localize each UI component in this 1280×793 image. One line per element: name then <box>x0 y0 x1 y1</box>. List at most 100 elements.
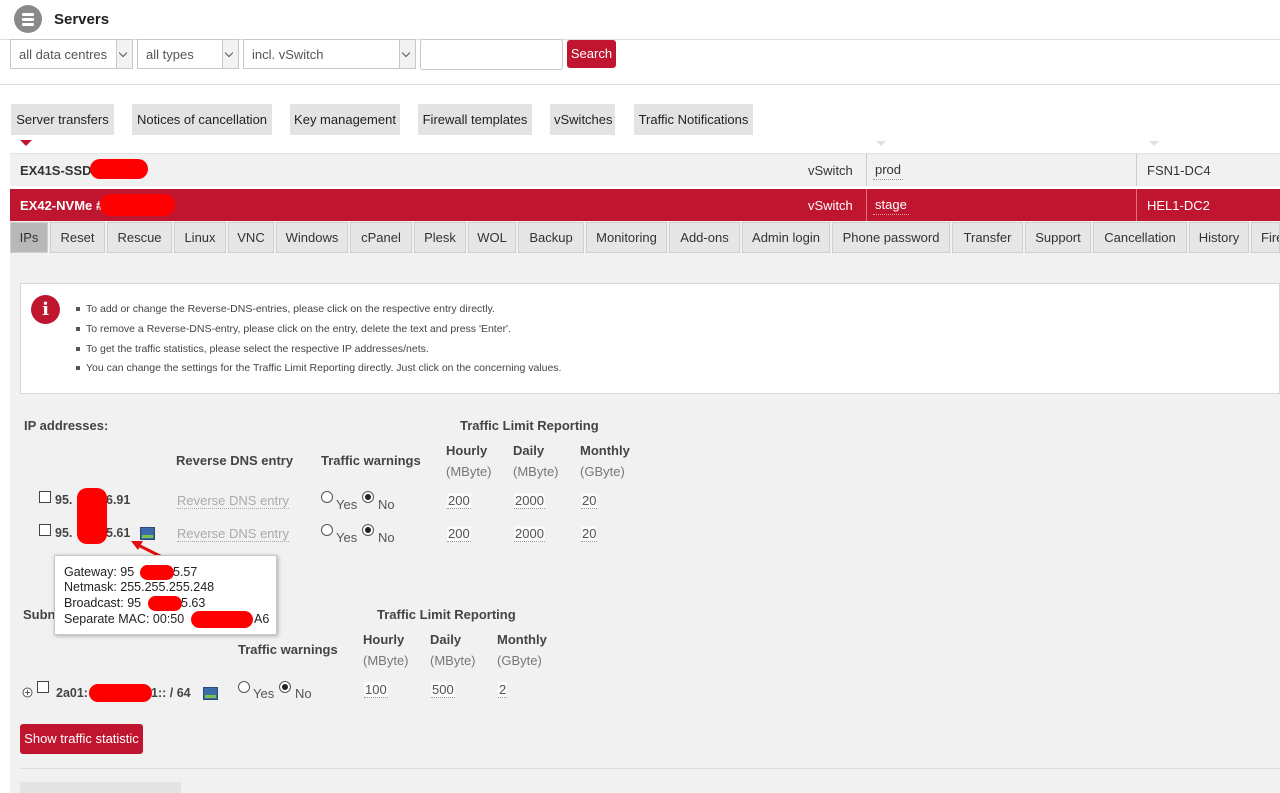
traffic-warning-yes-radio[interactable] <box>321 491 333 503</box>
yes-label: Yes <box>336 530 358 545</box>
daily-unit: (MByte) <box>430 653 476 668</box>
redaction <box>148 596 182 611</box>
vswitch-label: vSwitch <box>808 198 853 213</box>
partial-button[interactable] <box>20 782 181 793</box>
server-name: EX41S-SSD <box>20 163 92 178</box>
firewall-templates-button[interactable]: Firewall templates <box>418 104 532 135</box>
info-icon: i <box>31 295 60 324</box>
monthly-limit[interactable]: 20 <box>581 493 598 509</box>
tab-linux[interactable]: Linux <box>174 222 226 253</box>
vswitch-value[interactable]: prod <box>873 160 904 180</box>
no-label: No <box>378 497 395 512</box>
tab-wol[interactable]: WOL <box>468 222 516 253</box>
type-select[interactable]: all types <box>137 39 239 69</box>
column-separator <box>1136 189 1137 221</box>
ip-address-part: 6.91 <box>106 493 131 507</box>
traffic-notifications-button[interactable]: Traffic Notifications <box>634 104 753 135</box>
tab-history[interactable]: History <box>1189 222 1249 253</box>
traffic-warning-no-radio[interactable] <box>362 491 374 503</box>
traffic-warning-yes-radio[interactable] <box>321 524 333 536</box>
ip-address-part: 95. <box>55 526 73 540</box>
tab-support[interactable]: Support <box>1025 222 1091 253</box>
vswitch-select[interactable]: incl. vSwitch <box>243 39 416 69</box>
tooltip-gateway: Gateway: 95 <box>64 565 135 579</box>
hourly-unit: (MByte) <box>363 653 409 668</box>
tab-addons[interactable]: Add-ons <box>669 222 740 253</box>
tab-admin-login[interactable]: Admin login <box>742 222 830 253</box>
tooltip-broadcast: 5.63 <box>181 596 206 610</box>
monthly-unit: (GByte) <box>497 653 542 668</box>
traffic-warning-no-radio[interactable] <box>362 524 374 536</box>
hourly-header: Hourly <box>446 443 488 458</box>
tooltip-netmask: Netmask: 255.255.255.248 <box>64 580 215 594</box>
column-separator <box>866 189 867 221</box>
redaction <box>191 611 253 628</box>
tab-ips[interactable]: IPs <box>10 222 48 253</box>
hourly-limit[interactable]: 200 <box>447 493 471 509</box>
server-list-icon <box>14 5 42 33</box>
daily-header: Daily <box>513 443 545 458</box>
tab-vnc[interactable]: VNC <box>228 222 274 253</box>
sort-indicator <box>876 141 886 146</box>
monthly-unit: (GByte) <box>580 464 625 479</box>
tab-rescue[interactable]: Rescue <box>107 222 172 253</box>
tab-firewall[interactable]: Fire <box>1251 222 1280 253</box>
tab-backup[interactable]: Backup <box>518 222 584 253</box>
traffic-warning-no-radio[interactable] <box>279 681 291 693</box>
key-management-button[interactable]: Key management <box>290 104 400 135</box>
tab-reset[interactable]: Reset <box>50 222 105 253</box>
traffic-warnings-header: Traffic warnings <box>321 453 421 468</box>
daily-limit[interactable]: 2000 <box>514 493 545 509</box>
network-tooltip: Gateway: 95 5.57 Netmask: 255.255.255.24… <box>54 555 277 635</box>
tooltip-mac: A6 <box>254 612 270 626</box>
ip-checkbox[interactable] <box>39 491 51 503</box>
tab-windows[interactable]: Windows <box>276 222 348 253</box>
tab-transfer[interactable]: Transfer <box>952 222 1023 253</box>
expand-plus-icon[interactable] <box>22 687 33 698</box>
info-line: To remove a Reverse-DNS-entry, please cl… <box>76 323 511 335</box>
monthly-limit[interactable]: 2 <box>498 682 508 698</box>
network-info-icon[interactable] <box>203 687 218 700</box>
tab-phone-password[interactable]: Phone password <box>832 222 950 253</box>
ip-checkbox[interactable] <box>39 524 51 536</box>
vswitch-label: vSwitch <box>808 163 853 178</box>
subnet-checkbox[interactable] <box>37 681 49 693</box>
vswitch-value: incl. vSwitch <box>252 47 324 62</box>
no-label: No <box>295 686 312 701</box>
tab-monitoring[interactable]: Monitoring <box>586 222 667 253</box>
info-line: To add or change the Reverse-DNS-entries… <box>76 303 495 315</box>
datacentre-value: FSN1-DC4 <box>1147 163 1211 178</box>
redaction <box>89 684 152 702</box>
daily-unit: (MByte) <box>513 464 559 479</box>
server-transfers-button[interactable]: Server transfers <box>11 104 114 135</box>
page-title: Servers <box>54 11 110 28</box>
monthly-limit[interactable]: 20 <box>581 526 598 542</box>
active-indicator <box>20 140 32 146</box>
traffic-limit-title: Traffic Limit Reporting <box>377 607 516 622</box>
yes-label: Yes <box>336 497 358 512</box>
vswitches-button[interactable]: vSwitches <box>550 104 615 135</box>
chevron-down-icon <box>399 40 415 68</box>
reverse-dns-entry[interactable]: Reverse DNS entry <box>177 493 289 509</box>
chevron-down-icon <box>116 40 132 68</box>
daily-limit[interactable]: 2000 <box>514 526 545 542</box>
vswitch-value[interactable]: stage <box>873 195 909 215</box>
notices-of-cancellation-button[interactable]: Notices of cancellation <box>132 104 272 135</box>
hourly-limit[interactable]: 100 <box>364 682 388 698</box>
type-value: all types <box>146 47 194 62</box>
datacentre-select[interactable]: all data centres <box>10 39 133 69</box>
tab-cpanel[interactable]: cPanel <box>350 222 412 253</box>
server-row-ex42[interactable]: EX42-NVMe # vSwitch stage HEL1-DC2 <box>10 189 1280 221</box>
tab-plesk[interactable]: Plesk <box>414 222 466 253</box>
hourly-limit[interactable]: 200 <box>447 526 471 542</box>
show-traffic-statistic-button[interactable]: Show traffic statistic <box>20 724 143 754</box>
reverse-dns-entry[interactable]: Reverse DNS entry <box>177 526 289 542</box>
yes-label: Yes <box>253 686 275 701</box>
server-row-ex41s[interactable]: EX41S-SSD vSwitch prod FSN1-DC4 <box>10 153 1280 186</box>
daily-limit[interactable]: 500 <box>431 682 455 698</box>
tab-cancellation[interactable]: Cancellation <box>1093 222 1187 253</box>
ip-address-part: 5.61 <box>106 526 131 540</box>
search-input[interactable] <box>420 39 563 70</box>
traffic-warning-yes-radio[interactable] <box>238 681 250 693</box>
search-button[interactable]: Search <box>567 40 616 68</box>
